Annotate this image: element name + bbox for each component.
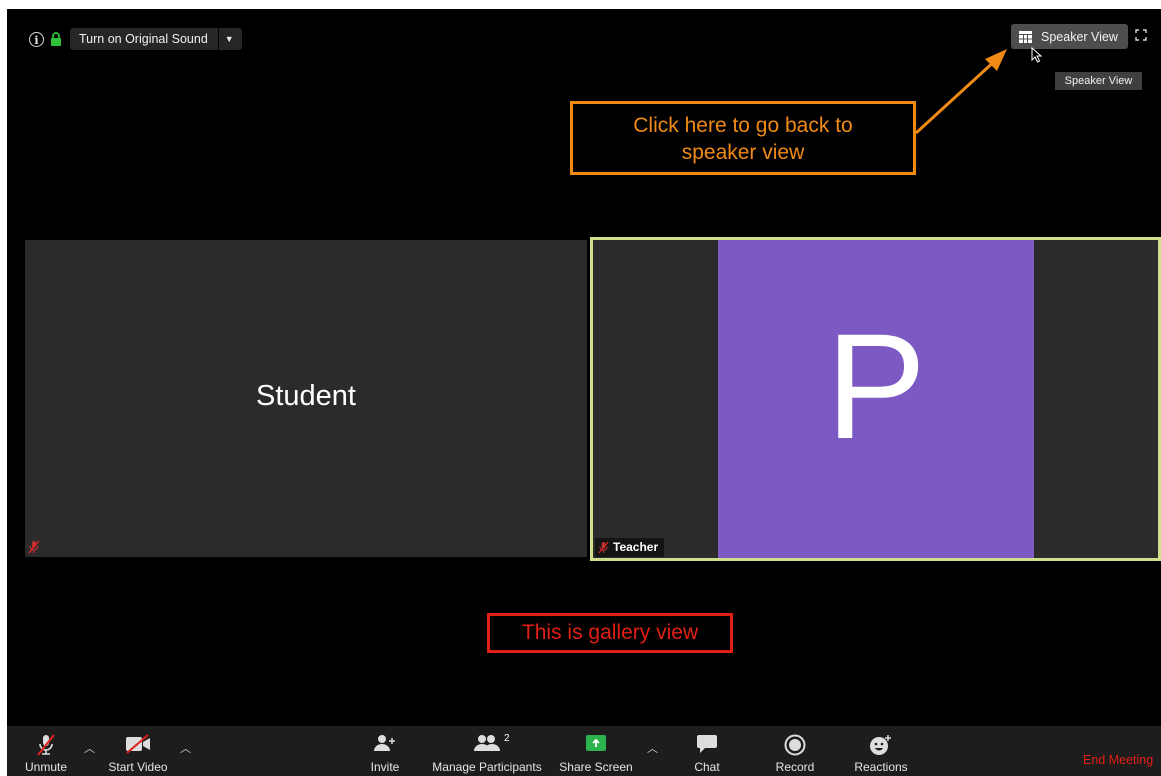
meeting-stage: i Turn on Original Sound ▼ Speaker View	[7, 9, 1161, 776]
start-video-label: Start Video	[108, 760, 168, 774]
share-screen-label: Share Screen	[559, 760, 633, 774]
speaker-view-callout: Click here to go back to speaker view	[570, 101, 916, 175]
participant-name: Student	[256, 380, 356, 412]
chevron-up-icon[interactable]: ︿	[84, 740, 95, 756]
avatar: P	[718, 240, 1034, 558]
reactions-label: Reactions	[854, 760, 908, 774]
callout-line-1: Click here to go back to	[633, 114, 853, 137]
record-button[interactable]: Record	[773, 726, 817, 776]
muted-mic-icon	[598, 541, 609, 554]
video-tile-teacher[interactable]: P Teacher	[590, 237, 1161, 561]
chevron-up-icon[interactable]: ︿	[647, 740, 658, 756]
muted-mic-icon	[37, 734, 55, 756]
invite-button[interactable]: Invite	[363, 726, 407, 776]
invite-icon	[374, 735, 395, 751]
manage-participants-button[interactable]: 2 Manage Participants	[427, 726, 547, 776]
meeting-toolbar: Unmute ︿ Start Video ︿ Invite 2 Manage P…	[7, 726, 1161, 776]
participant-count-badge: 2	[504, 733, 510, 744]
chat-button[interactable]: Chat	[687, 726, 727, 776]
record-icon	[784, 734, 806, 756]
participant-name: Teacher	[613, 540, 659, 554]
share-screen-icon	[586, 735, 606, 751]
start-video-button[interactable]: Start Video	[105, 726, 171, 776]
participants-icon	[474, 735, 500, 751]
video-off-icon	[126, 734, 150, 754]
chevron-up-icon[interactable]: ︿	[180, 740, 191, 756]
chat-label: Chat	[694, 760, 720, 774]
unmute-button[interactable]: Unmute	[23, 726, 69, 776]
end-meeting-button[interactable]: End Meeting	[1083, 753, 1153, 767]
manage-participants-label: Manage Participants	[432, 760, 542, 774]
muted-mic-icon	[28, 540, 40, 559]
gallery-view-callout: This is gallery view	[487, 613, 733, 653]
record-label: Record	[775, 760, 815, 774]
unmute-label: Unmute	[24, 760, 68, 774]
chat-icon	[697, 735, 717, 753]
share-screen-button[interactable]: Share Screen	[555, 726, 637, 776]
invite-label: Invite	[370, 760, 400, 774]
video-tile-student[interactable]: Student	[25, 240, 587, 557]
reactions-button[interactable]: Reactions	[849, 726, 913, 776]
callout-line-2: speaker view	[681, 141, 805, 164]
reactions-icon	[870, 735, 891, 755]
participant-name-tag: Teacher	[595, 538, 665, 557]
